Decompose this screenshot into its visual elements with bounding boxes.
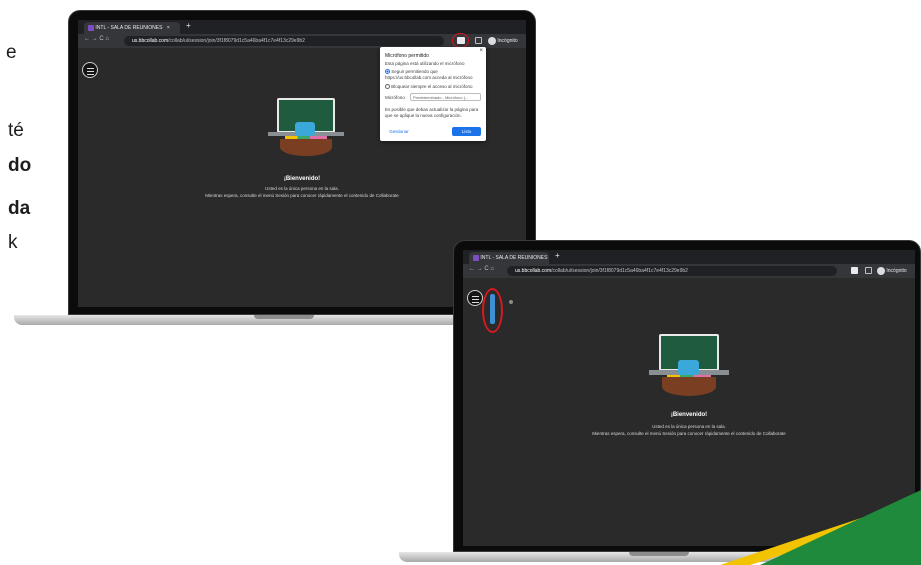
green-corner-shape [760, 490, 921, 565]
profile-button[interactable]: Incógnito [488, 36, 518, 46]
radio-allow-icon[interactable] [385, 69, 390, 75]
mic-select[interactable]: Predeterminado - Micrófono (... [410, 93, 481, 101]
option-block[interactable]: Bloquear siempre el acceso al micrófono [385, 84, 481, 90]
classroom-illustration [268, 98, 344, 156]
browser-nav-buttons[interactable]: ← → C ⌂ [84, 36, 109, 42]
profile-label: Incógnito [497, 38, 518, 44]
mic-select-value: Predeterminado - Micrófono (... [413, 95, 469, 100]
browser-address-bar: ← → C ⌂ us.bbcollab.com/collab/ui/sessio… [463, 264, 915, 278]
popup-title: Micrófono permitido [385, 53, 429, 59]
url-input[interactable]: us.bbcollab.com/collab/ui/session/join/3… [124, 36, 444, 46]
welcome-message-line1: Usted es la única persona en la sala. [652, 424, 726, 429]
laptop-graphic [677, 360, 699, 375]
close-icon[interactable] [509, 300, 513, 304]
option-block-label: Bloquear siempre el acceso al micrófono [391, 84, 473, 89]
browser-tab-bar: INTL - SALA DE REUNIONES × + [463, 250, 915, 264]
radio-block-icon[interactable] [385, 84, 390, 90]
option-allow-label: Seguir permitiendo que https://us.bbcoll… [385, 69, 473, 80]
session-menu-button[interactable] [82, 62, 98, 78]
url-domain: us.bbcollab.com [132, 38, 169, 44]
browser-tab[interactable]: INTL - SALA DE REUNIONES × [84, 22, 180, 34]
mic-active-icon[interactable] [851, 267, 858, 274]
welcome-message-line2: Mientras espera, consulte el menú Sesión… [592, 431, 786, 436]
popup-close-icon[interactable]: × [479, 48, 483, 54]
tab-favicon-icon [88, 24, 94, 31]
manage-button[interactable]: Gestionar [385, 127, 413, 136]
laptop-notch [254, 315, 314, 319]
extensions-icon[interactable] [475, 37, 482, 44]
incognito-icon [488, 36, 496, 45]
option-allow[interactable]: Seguir permitiendo que https://us.bbcoll… [385, 69, 481, 81]
done-button[interactable]: Listo [452, 127, 481, 136]
url-path: /collab/ui/session/join/3f1f8079d1c5a46b… [168, 38, 305, 44]
welcome-title: ¡Bienvenido! [670, 412, 708, 418]
browser-tab-bar: INTL - SALA DE REUNIONES × + [78, 20, 526, 34]
tab-title: INTL - SALA DE REUNIONES [95, 25, 163, 31]
table-graphic [661, 377, 717, 396]
pencil-highlight [482, 288, 503, 333]
table-graphic [280, 138, 332, 156]
popup-note: Es posible que debas actualizar la págin… [385, 107, 479, 118]
url-domain: us.bbcollab.com [515, 268, 552, 274]
session-menu-button[interactable] [467, 290, 483, 306]
mic-permission-popup: × Micrófono permitido Esta página está u… [380, 47, 486, 141]
incognito-icon [877, 266, 885, 275]
tab-title: INTL - SALA DE REUNIONES [480, 255, 548, 261]
extensions-icon[interactable] [865, 267, 872, 274]
welcome-message-line2: Mientras espera, consulte el menú Sesión… [205, 193, 399, 198]
laptop-notch [629, 552, 689, 556]
browser-tab[interactable]: INTL - SALA DE REUNIONES × [469, 252, 549, 264]
profile-button[interactable]: Incógnito [877, 266, 907, 276]
new-tab-button[interactable]: + [186, 21, 191, 30]
new-tab-button[interactable]: + [555, 251, 560, 260]
browser-nav-buttons[interactable]: ← → C ⌂ [469, 266, 494, 272]
welcome-message-line1: Usted es la única persona en la sala. [265, 186, 339, 191]
browser-address-bar: ← → C ⌂ us.bbcollab.com/collab/ui/sessio… [78, 33, 526, 48]
popup-subtitle: Esta página está utilizando el micrófono [385, 61, 465, 66]
welcome-title: ¡Bienvenido! [283, 176, 321, 182]
brand-corner-graphic [720, 490, 921, 565]
classroom-illustration [649, 334, 729, 396]
laptop-graphic [295, 122, 316, 137]
mic-icon-highlight [452, 33, 469, 48]
tab-close-icon[interactable]: × [167, 25, 170, 31]
mic-select-label: Micrófono [385, 95, 405, 100]
profile-label: Incógnito [886, 268, 907, 274]
url-input[interactable]: us.bbcollab.com/collab/ui/session/join/3… [507, 266, 837, 276]
tab-favicon-icon [473, 254, 479, 261]
url-path: /collab/ui/session/join/3f1f8079d1c5a46b… [551, 268, 688, 274]
